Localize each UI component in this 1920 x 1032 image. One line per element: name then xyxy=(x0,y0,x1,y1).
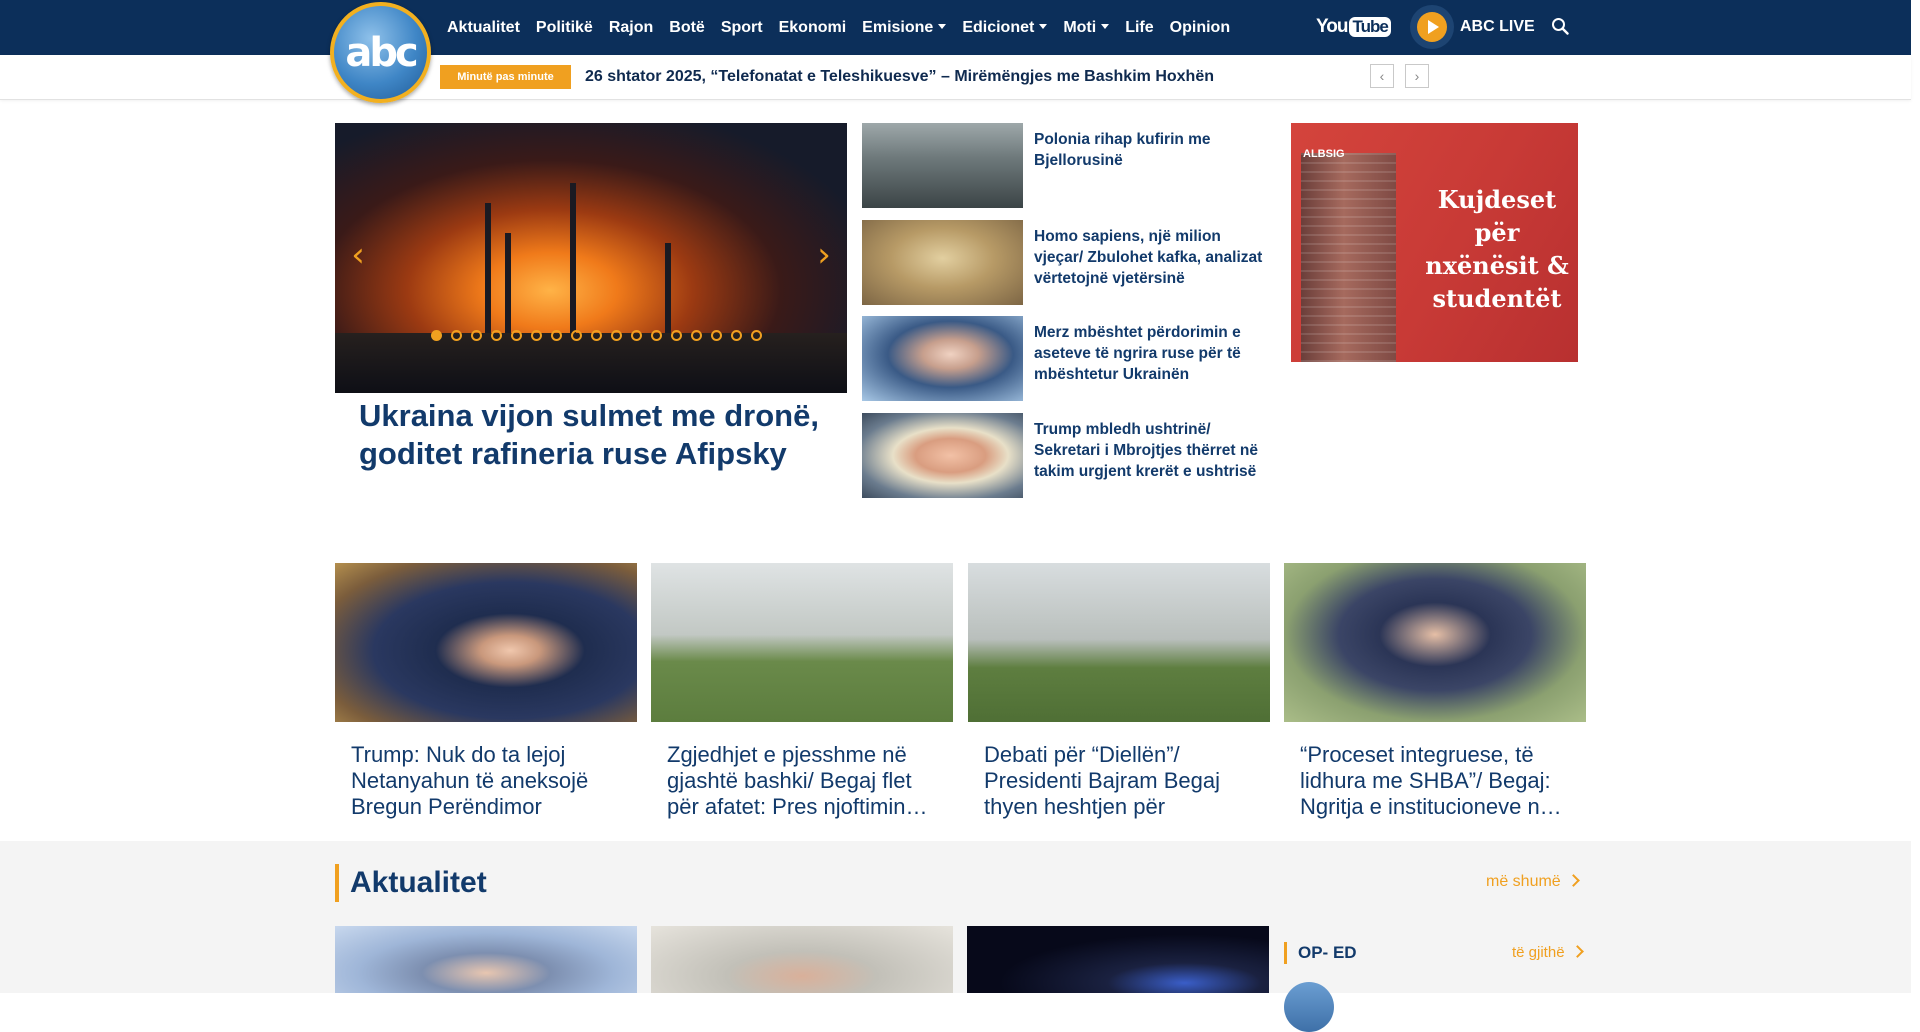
search-icon[interactable] xyxy=(1551,17,1569,35)
nav-item-life[interactable]: Life xyxy=(1125,19,1153,37)
slider-pagination xyxy=(431,330,771,341)
slider-dot[interactable] xyxy=(431,330,442,341)
news-card-title: “Proceset integruese, të lidhura me SHBA… xyxy=(1300,742,1562,819)
ticker-prev-button[interactable]: ‹ xyxy=(1370,64,1394,88)
news-card-title: Zgjedhjet e pjesshme në gjashtë bashki/ … xyxy=(667,742,928,819)
news-card[interactable]: Zgjedhjet e pjesshme në gjashtë bashki/ … xyxy=(651,563,953,820)
section-card-image[interactable] xyxy=(335,926,637,993)
nav-item-ekonomi[interactable]: Ekonomi xyxy=(779,19,847,37)
youtube-link[interactable]: You Tube xyxy=(1316,13,1391,41)
slider-dot[interactable] xyxy=(691,330,702,341)
side-news-item[interactable]: Trump mbledh ushtrinë/ Sekretari i Mbroj… xyxy=(862,413,1272,498)
slider-dot[interactable] xyxy=(711,330,722,341)
side-news-item[interactable]: Merz mbështet përdorimin e aseteve të ng… xyxy=(862,316,1272,401)
side-news-item[interactable]: Homo sapiens, një milion vjeçar/ Zbulohe… xyxy=(862,220,1272,305)
abc-live-button[interactable]: ABC LIVE xyxy=(1410,5,1535,49)
abc-live-label: ABC LIVE xyxy=(1460,18,1535,35)
section-card-image[interactable] xyxy=(967,926,1269,993)
ticker-headline[interactable]: 26 shtator 2025, “Telefonatat e Teleshik… xyxy=(585,68,1214,86)
youtube-logo-you: You xyxy=(1316,16,1349,37)
nav-item-rajon[interactable]: Rajon xyxy=(609,19,653,37)
nav-item-politike[interactable]: Politikë xyxy=(536,19,593,37)
slider-dot[interactable] xyxy=(471,330,482,341)
ad-brand-label: ALBSIG xyxy=(1303,148,1345,160)
side-news-item[interactable]: Polonia rihap kufirin me Bjellorusinë xyxy=(862,123,1272,208)
side-news-title: Homo sapiens, një milion vjeçar/ Zbulohe… xyxy=(1034,228,1263,287)
news-card-image xyxy=(1284,563,1586,722)
side-news-title: Trump mbledh ushtrinë/ Sekretari i Mbroj… xyxy=(1034,421,1258,480)
section-title[interactable]: Aktualitet xyxy=(335,864,487,902)
nav-item-moti[interactable]: Moti xyxy=(1063,19,1109,37)
nav-item-edicionet[interactable]: Edicionet xyxy=(962,19,1047,37)
slider-dot[interactable] xyxy=(571,330,582,341)
hero-slider-image[interactable]: ‹ › xyxy=(335,123,847,393)
youtube-logo-tube: Tube xyxy=(1349,17,1391,37)
avatar[interactable] xyxy=(1284,982,1334,1032)
nav-item-bote[interactable]: Botë xyxy=(669,19,705,37)
aktualitet-section xyxy=(0,841,1911,993)
abc-logo-text: abc xyxy=(345,29,418,76)
slider-dot[interactable] xyxy=(511,330,522,341)
slider-dot[interactable] xyxy=(611,330,622,341)
abc-logo[interactable]: abc xyxy=(330,2,431,103)
side-news-thumbnail xyxy=(862,316,1023,401)
op-ed-all-link[interactable]: të gjithë xyxy=(1512,944,1582,961)
slider-dot[interactable] xyxy=(551,330,562,341)
play-icon xyxy=(1410,5,1454,49)
slider-dot[interactable] xyxy=(731,330,742,341)
news-card[interactable]: Debati për “Diellën”/ Presidenti Bajram … xyxy=(968,563,1270,820)
slider-dot[interactable] xyxy=(751,330,762,341)
news-card-title: Trump: Nuk do ta lejoj Netanyahun të ane… xyxy=(351,742,589,819)
more-link[interactable]: më shumë xyxy=(1486,873,1578,891)
nav-item-sport[interactable]: Sport xyxy=(721,19,763,37)
top-navigation-bar: Aktualitet Politikë Rajon Botë Sport Eko… xyxy=(0,0,1911,55)
side-news-title: Polonia rihap kufirin me Bjellorusinë xyxy=(1034,131,1211,169)
op-ed-title[interactable]: OP- ED xyxy=(1284,942,1357,964)
hero-headline[interactable]: Ukraina vijon sulmet me dronë, goditet r… xyxy=(359,397,829,473)
side-news-thumbnail xyxy=(862,413,1023,498)
section-card-image[interactable] xyxy=(651,926,953,993)
side-news-thumbnail xyxy=(862,220,1023,305)
ticker-badge[interactable]: Minutë pas minute xyxy=(440,65,571,89)
news-card-image xyxy=(335,563,637,722)
news-card-title: Debati për “Diellën”/ Presidenti Bajram … xyxy=(984,742,1221,819)
news-ticker: Minutë pas minute 26 shtator 2025, “Tele… xyxy=(0,55,1911,100)
nav-item-emisione[interactable]: Emisione xyxy=(862,19,946,37)
news-card[interactable]: Trump: Nuk do ta lejoj Netanyahun të ane… xyxy=(335,563,637,820)
slider-dot[interactable] xyxy=(671,330,682,341)
advertisement-banner[interactable]: ALBSIG Kujdeset për nxënësit & studentët xyxy=(1291,123,1578,362)
hero-next-arrow[interactable]: › xyxy=(811,238,837,272)
slider-dot[interactable] xyxy=(531,330,542,341)
side-news-thumbnail xyxy=(862,123,1023,208)
nav-item-aktualitet[interactable]: Aktualitet xyxy=(447,19,520,37)
slider-dot[interactable] xyxy=(631,330,642,341)
main-menu: Aktualitet Politikë Rajon Botë Sport Eko… xyxy=(447,0,1246,55)
slider-dot[interactable] xyxy=(651,330,662,341)
news-card[interactable]: “Proceset integruese, të lidhura me SHBA… xyxy=(1284,563,1586,820)
news-card-image xyxy=(968,563,1270,722)
ad-slogan: Kujdeset për nxënësit & studentët xyxy=(1425,185,1569,313)
slider-dot[interactable] xyxy=(451,330,462,341)
ticker-next-button[interactable]: › xyxy=(1405,64,1429,88)
slider-dot[interactable] xyxy=(491,330,502,341)
side-news-title: Merz mbështet përdorimin e aseteve të ng… xyxy=(1034,324,1241,383)
slider-dot[interactable] xyxy=(591,330,602,341)
hero-prev-arrow[interactable]: ‹ xyxy=(345,238,371,272)
nav-item-opinion[interactable]: Opinion xyxy=(1170,19,1230,37)
news-card-image xyxy=(651,563,953,722)
